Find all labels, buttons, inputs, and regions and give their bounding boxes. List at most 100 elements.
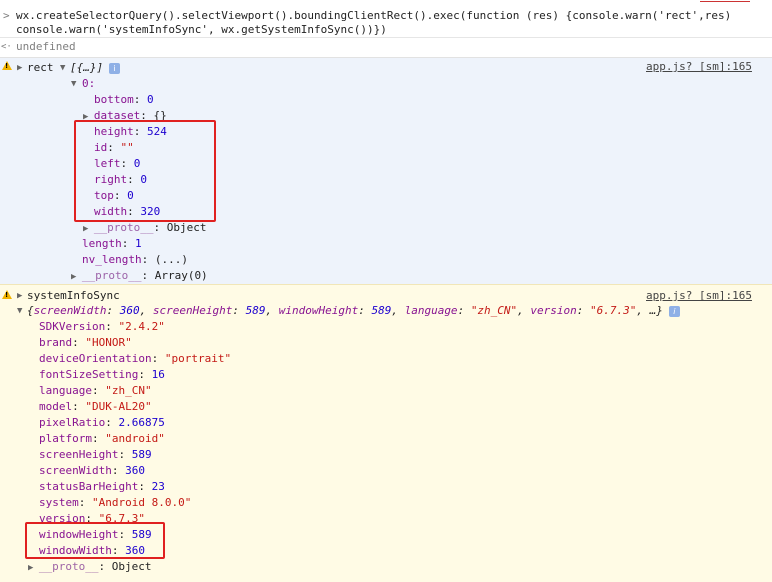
property-row: length: 1	[82, 236, 142, 252]
command-line-2[interactable]: console.warn('systemInfoSync', wx.getSys…	[16, 22, 387, 38]
property-colon: :	[121, 237, 135, 250]
rect-index: 0:	[82, 77, 96, 90]
property-colon: :	[105, 320, 119, 333]
property-value: 589	[131, 448, 152, 461]
property-value: 1	[135, 237, 142, 250]
property-key: system	[39, 496, 79, 509]
property-key: statusBarHeight	[39, 480, 139, 493]
property-colon: :	[105, 416, 119, 429]
property-key: deviceOrientation	[39, 352, 152, 365]
property-row: SDKVersion: "2.4.2"	[39, 319, 165, 335]
property-row[interactable]: ▶ __proto__: Object	[83, 220, 206, 237]
sysinfo-label: systemInfoSync	[27, 289, 120, 302]
highlight-box-rect	[74, 120, 216, 222]
property-value: 360	[125, 464, 145, 477]
property-value: 0	[147, 93, 154, 106]
property-colon: :	[141, 253, 155, 266]
collapse-triangle-icon[interactable]: ▼	[60, 60, 65, 76]
collapse-triangle-icon[interactable]: ▼	[17, 303, 22, 319]
sysinfo-summary[interactable]: {screenWidth: 360, screenHeight: 589, wi…	[27, 303, 680, 319]
property-colon: :	[151, 352, 165, 365]
property-row: bottom: 0	[94, 92, 154, 108]
property-key: SDKVersion	[39, 320, 106, 333]
property-value: Array(0)	[154, 269, 208, 282]
property-value: 23	[151, 480, 165, 493]
property-value: "android"	[105, 432, 165, 445]
expand-triangle-icon[interactable]: ▶	[83, 224, 94, 234]
property-key: __proto__	[38, 560, 99, 573]
property-row: language: "zh_CN"	[39, 383, 152, 399]
property-key: pixelRatio	[39, 416, 106, 429]
info-icon[interactable]: i	[109, 60, 120, 76]
summary-comma: ,	[636, 304, 650, 317]
summary-comma: ,	[265, 304, 279, 317]
property-colon: :	[91, 432, 106, 445]
expand-triangle-icon[interactable]: ▶	[17, 60, 22, 76]
highlight-box-window	[25, 522, 165, 559]
property-value: "DUK-AL20"	[85, 400, 152, 413]
property-key: language	[39, 384, 92, 397]
info-icon[interactable]: i	[668, 305, 680, 317]
property-key: nv_length	[82, 253, 142, 266]
collapse-triangle-icon[interactable]: ▼	[71, 76, 76, 92]
brace: {	[27, 304, 34, 317]
property-row: screenWidth: 360	[39, 463, 145, 479]
property-row[interactable]: ▶ __proto__: Array(0)	[71, 268, 208, 285]
property-colon: :	[72, 336, 86, 349]
property-row: screenHeight: 589	[39, 447, 152, 463]
property-colon: :	[118, 448, 132, 461]
property-key: screenWidth	[39, 464, 112, 477]
property-value: Object	[111, 560, 152, 573]
summary-value: 360	[119, 304, 140, 317]
property-value: "HONOR"	[85, 336, 132, 349]
property-key: __proto__	[93, 221, 154, 234]
expand-triangle-icon[interactable]: ▶	[28, 563, 39, 573]
expand-triangle-icon[interactable]: ▶	[17, 288, 22, 304]
rect-source-link[interactable]: app.js? [sm]:165	[646, 59, 752, 75]
property-key: length	[82, 237, 122, 250]
property-key: model	[39, 400, 73, 413]
property-colon: :	[72, 400, 86, 413]
prompt-chevron-icon: >	[3, 9, 10, 22]
summary-colon: :	[576, 304, 591, 317]
property-colon: :	[141, 269, 155, 282]
summary-comma: ,	[139, 304, 153, 317]
property-row: platform: "android"	[39, 431, 165, 447]
summary-key: screenWidth	[33, 304, 107, 317]
property-key: brand	[39, 336, 73, 349]
property-value: 2.66875	[118, 416, 165, 429]
previous-log-strip	[0, 0, 772, 6]
property-key: __proto__	[81, 269, 142, 282]
summary-key: screenHeight	[152, 304, 233, 317]
summary-colon: :	[106, 304, 120, 317]
summary-colon: :	[457, 304, 471, 317]
summary-tail: …}	[649, 304, 663, 317]
summary-value: 589	[245, 304, 266, 317]
property-value: "Android 8.0.0"	[92, 496, 192, 509]
property-key: screenHeight	[39, 448, 119, 461]
property-row: pixelRatio: 2.66875	[39, 415, 165, 431]
sysinfo-source-link[interactable]: app.js? [sm]:165	[646, 288, 752, 304]
summary-comma: ,	[391, 304, 405, 317]
property-row: system: "Android 8.0.0"	[39, 495, 191, 511]
expand-triangle-icon[interactable]: ▶	[71, 272, 82, 282]
property-colon: :	[138, 368, 152, 381]
property-row: brand: "HONOR"	[39, 335, 132, 351]
property-row[interactable]: ▶ __proto__: Object	[28, 559, 151, 576]
property-colon: :	[111, 464, 126, 477]
property-value: 16	[151, 368, 165, 381]
summary-colon: :	[358, 304, 372, 317]
property-value: "portrait"	[164, 352, 232, 365]
property-row: fontSizeSetting: 16	[39, 367, 165, 383]
summary-value: "6.7.3"	[590, 304, 637, 317]
property-value: (...)	[154, 253, 188, 266]
command-result: undefined	[16, 40, 76, 53]
property-colon: :	[98, 560, 112, 573]
warning-icon: !	[2, 290, 12, 299]
rect-array-summary[interactable]: [{…}]	[70, 60, 103, 76]
summary-value: 589	[371, 304, 392, 317]
property-value: "2.4.2"	[118, 320, 165, 333]
warning-icon: !	[2, 61, 12, 70]
summary-value: "zh_CN"	[470, 304, 518, 317]
property-colon: :	[138, 480, 152, 493]
